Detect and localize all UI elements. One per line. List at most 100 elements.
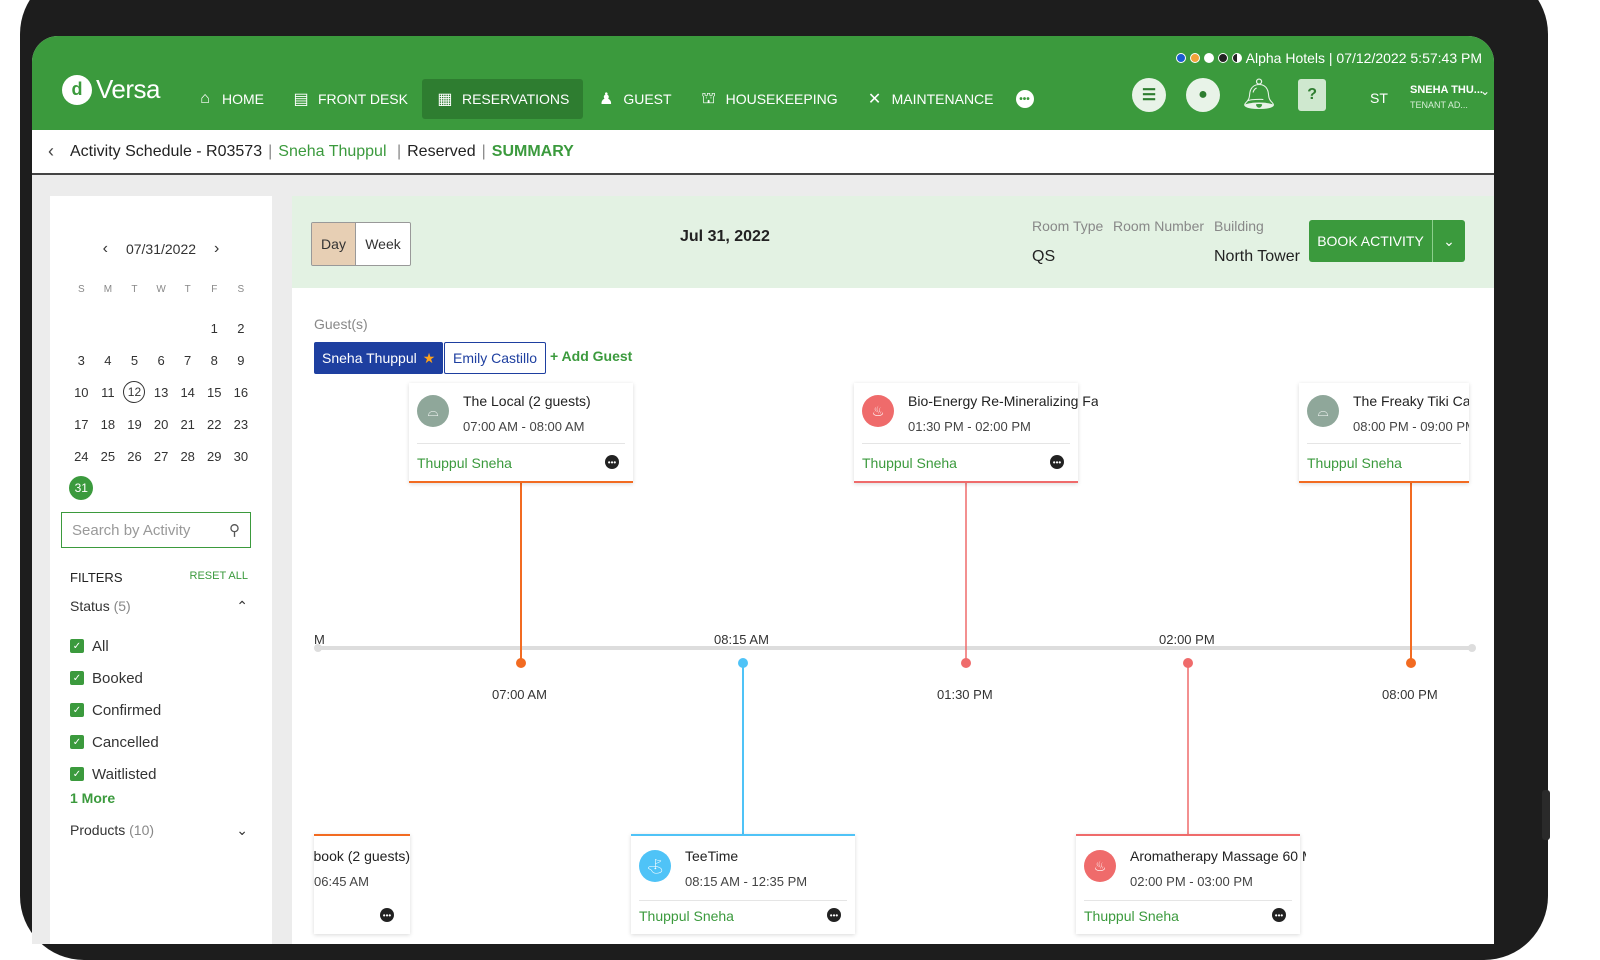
calendar-day[interactable]: 22 — [201, 417, 228, 432]
nav-housekeeping[interactable]: ⛫ HOUSEKEEPING — [686, 79, 852, 119]
products-filter-header[interactable]: Products (10) ⌄ — [70, 822, 248, 839]
bell-icon[interactable]: 🔔︎ — [1240, 80, 1278, 110]
calendar-day[interactable]: 13 — [148, 385, 175, 400]
calendar-day[interactable]: 20 — [148, 417, 175, 432]
chevron-left-icon[interactable]: ‹ — [103, 240, 108, 258]
nav-front-desk[interactable]: ▤ FRONT DESK — [278, 79, 422, 119]
timeline-bottom-label: 07:00 AM — [492, 687, 547, 702]
nav-guest[interactable]: ♟ GUEST — [583, 79, 685, 119]
marker-aromatherapy[interactable] — [1183, 658, 1193, 668]
calendar-day[interactable]: 18 — [95, 417, 122, 432]
status-option[interactable]: ✓ Confirmed — [70, 694, 161, 726]
calendar-day[interactable]: 29 — [201, 449, 228, 464]
checkbox-checked-icon[interactable]: ✓ — [70, 703, 84, 717]
status-option[interactable]: ✓ Waitlisted — [70, 758, 161, 790]
checkbox-checked-icon[interactable]: ✓ — [70, 767, 84, 781]
calendar-day[interactable]: 30 — [228, 449, 255, 464]
calendar-day[interactable]: 25 — [95, 449, 122, 464]
activity-guest-link[interactable]: Thuppul Sneha — [862, 455, 957, 471]
calendar-day[interactable]: 17 — [68, 417, 95, 432]
calendar-day[interactable]: 9 — [228, 353, 255, 368]
calendar-day[interactable]: 21 — [174, 417, 201, 432]
nav-home[interactable]: ⌂ HOME — [182, 79, 278, 119]
status-filter-header[interactable]: Status (5) ⌃ — [70, 598, 248, 615]
checkbox-checked-icon[interactable]: ✓ — [70, 639, 84, 653]
calendar-day[interactable]: 26 — [121, 449, 148, 464]
calendar-day[interactable]: 19 — [121, 417, 148, 432]
summary-link[interactable]: SUMMARY — [492, 143, 574, 161]
checkbox-checked-icon[interactable]: ✓ — [70, 671, 84, 685]
calendar-day[interactable]: 6 — [148, 353, 175, 368]
calendar-grid: 1 2 3 4 5 6 7 8 9 10 11 12 13 14 15 16 17 18 19 20 21 22 23 24 2… — [68, 312, 254, 504]
versa-logo[interactable]: d Versa — [62, 74, 161, 105]
today-marker: 12 — [123, 381, 146, 403]
calendar-day[interactable]: 3 — [68, 353, 95, 368]
reset-all-button[interactable]: RESET ALL — [190, 570, 249, 585]
marker-tiki[interactable] — [1406, 658, 1416, 668]
calendar-day[interactable]: 28 — [174, 449, 201, 464]
marker-facial[interactable] — [961, 658, 971, 668]
activity-guest-link[interactable]: Thuppul Sneha — [417, 455, 512, 471]
show-more-link[interactable]: 1 More — [70, 790, 115, 806]
status-option[interactable]: ✓ Booked — [70, 662, 161, 694]
activity-card[interactable]: ⌓ The Local (2 guests) 07:00 AM - 08:00 … — [409, 383, 633, 483]
status-option[interactable]: ✓ Cancelled — [70, 726, 161, 758]
more-options-icon[interactable]: ••• — [827, 908, 841, 922]
user-profile-icon[interactable]: ● — [1186, 78, 1220, 112]
activity-guest-link[interactable]: Thuppul Sneha — [639, 908, 734, 924]
chevron-down-icon[interactable]: ⌄ — [236, 822, 248, 839]
more-options-icon[interactable]: ••• — [1050, 455, 1064, 469]
chevron-down-icon[interactable]: ⌄ — [1480, 84, 1490, 98]
chevron-right-icon[interactable]: › — [214, 240, 219, 258]
more-options-icon[interactable]: ••• — [380, 908, 394, 922]
calendar-day[interactable]: 7 — [174, 353, 201, 368]
calendar-day[interactable]: 2 — [228, 321, 255, 336]
spa-bottle-icon: ♨ — [1084, 850, 1116, 882]
calendar-day[interactable]: 31 — [68, 476, 95, 500]
calendar-day[interactable]: 23 — [228, 417, 255, 432]
calendar-day[interactable]: 8 — [201, 353, 228, 368]
status-dot-white — [1203, 53, 1214, 63]
marker-teetime[interactable] — [738, 658, 748, 668]
nav-maintenance[interactable]: ✕ MAINTENANCE — [852, 79, 1008, 119]
separator: | — [268, 142, 273, 160]
calendar-day[interactable]: 5 — [121, 353, 148, 368]
user-initials[interactable]: ST — [1370, 90, 1388, 106]
calendar-day[interactable]: 16 — [228, 385, 255, 400]
calendar-day[interactable]: 4 — [95, 353, 122, 368]
activity-card[interactable]: ⌓ The Freaky Tiki Cabana 08:00 PM - 09:0… — [1299, 383, 1469, 483]
hotel-datetime: Alpha Hotels | 07/12/2022 5:57:43 PM — [1245, 50, 1482, 66]
logo-text: Versa — [96, 74, 161, 104]
activity-guest-link[interactable]: Thuppul Sneha — [1084, 908, 1179, 924]
calendar-day[interactable]: 15 — [201, 385, 228, 400]
marker-the-local[interactable] — [516, 658, 526, 668]
activity-card[interactable]: ♨ Aromatherapy Massage 60 Min 02:00 PM -… — [1076, 834, 1306, 934]
calendar-day[interactable]: 11 — [95, 385, 122, 400]
more-options-icon[interactable]: ••• — [1272, 908, 1286, 922]
guest-link[interactable]: Sneha Thuppul — [278, 143, 386, 161]
calendar-day[interactable]: 24 — [68, 449, 95, 464]
activity-card[interactable]: sportsbook (2 guests) 06:45 AM ••• — [314, 834, 410, 934]
calendar-day[interactable]: 12 — [121, 381, 148, 403]
checkbox-checked-icon[interactable]: ✓ — [70, 735, 84, 749]
back-icon[interactable]: ‹ — [48, 141, 54, 162]
search-input[interactable]: Search by Activity ⚲ — [61, 512, 251, 548]
calendar-day[interactable]: 1 — [201, 321, 228, 336]
spa-bottle-icon: ♨ — [862, 395, 894, 427]
calendar-header: ‹ 07/31/2022 › — [50, 240, 272, 258]
activity-card[interactable]: ⛳︎ TeeTime 08:15 AM - 12:35 PM Thuppul S… — [631, 834, 855, 934]
calendar-day[interactable]: 14 — [174, 385, 201, 400]
status-option[interactable]: ✓ All — [70, 630, 161, 662]
activity-card[interactable]: ♨ Bio-Energy Re-Mineralizing Facial 01:3… — [854, 383, 1098, 483]
search-list-icon[interactable]: ☰ — [1132, 78, 1166, 112]
more-icon[interactable]: ••• — [1015, 90, 1034, 108]
calendar-day[interactable]: 10 — [68, 385, 95, 400]
user-role: TENANT AD... — [1410, 100, 1468, 110]
more-options-icon[interactable]: ••• — [605, 455, 619, 469]
help-icon[interactable]: ? — [1298, 79, 1327, 111]
user-menu[interactable]: SNEHA THU... TENANT AD... — [1410, 84, 1483, 110]
chevron-up-icon[interactable]: ⌃ — [236, 598, 248, 615]
calendar-day[interactable]: 27 — [148, 449, 175, 464]
activity-guest-link[interactable]: Thuppul Sneha — [1307, 455, 1402, 471]
nav-reservations[interactable]: ▦ RESERVATIONS — [421, 79, 584, 119]
